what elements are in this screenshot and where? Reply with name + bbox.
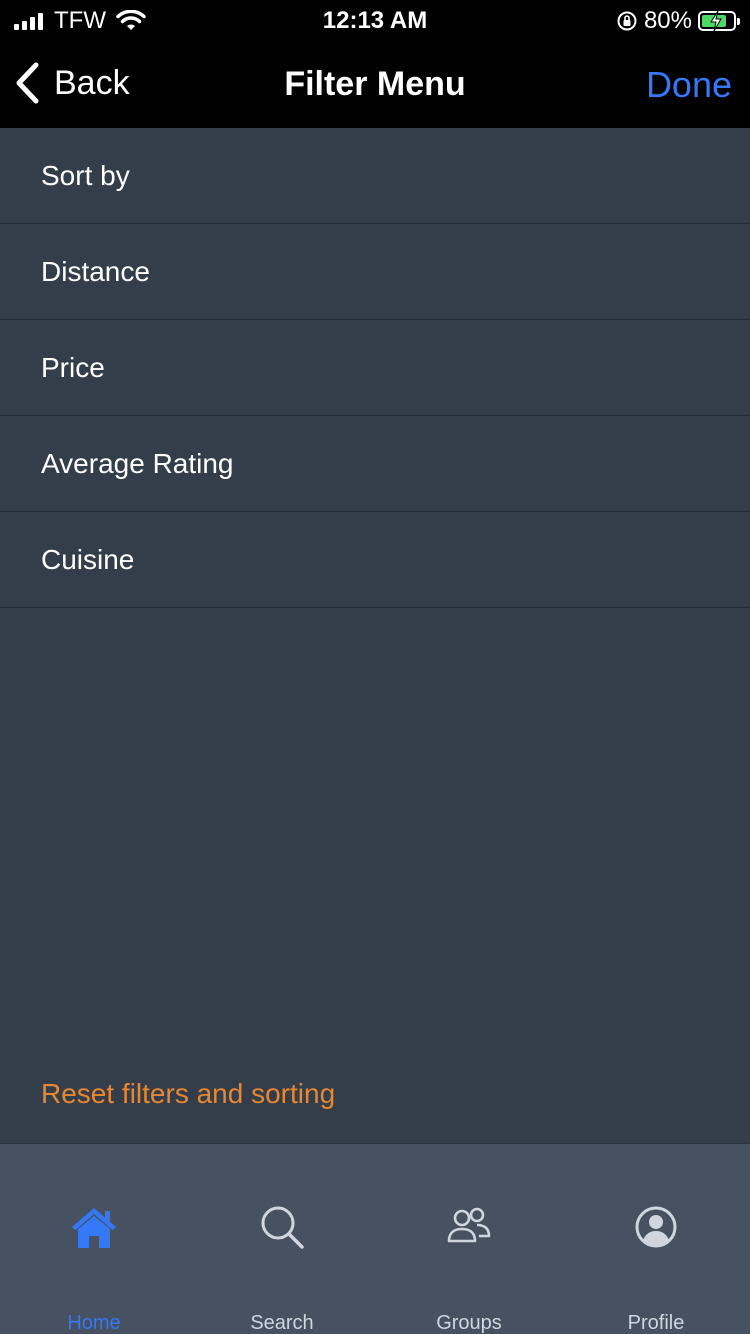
reset-filters-button[interactable]: Reset filters and sorting bbox=[41, 1078, 335, 1110]
status-bar: TFW 12:13 AM 80% bbox=[0, 0, 750, 40]
tab-label: Groups bbox=[436, 1312, 502, 1334]
tab-label: Profile bbox=[627, 1312, 685, 1334]
menu-item-distance[interactable]: Distance bbox=[0, 224, 750, 320]
battery-icon bbox=[698, 10, 740, 32]
status-right: 80% bbox=[616, 7, 740, 34]
orientation-lock-icon bbox=[617, 11, 637, 31]
menu-item-cuisine[interactable]: Cuisine bbox=[0, 512, 750, 608]
profile-icon bbox=[635, 1206, 677, 1248]
tab-profile[interactable]: Profile bbox=[562, 1144, 750, 1334]
menu-item-price[interactable]: Price bbox=[0, 320, 750, 416]
groups-icon bbox=[447, 1207, 491, 1243]
done-button[interactable]: Done bbox=[646, 64, 732, 106]
menu-item-label: Average Rating bbox=[41, 447, 234, 479]
tab-search[interactable]: Search bbox=[188, 1144, 376, 1334]
menu-item-average-rating[interactable]: Average Rating bbox=[0, 416, 750, 512]
menu-item-label: Cuisine bbox=[41, 543, 135, 575]
menu-item-label: Price bbox=[41, 351, 105, 383]
tab-label: Search bbox=[250, 1312, 314, 1334]
tab-label: Home bbox=[67, 1312, 121, 1334]
filter-menu-list: Sort by Distance Price Average Rating Cu… bbox=[0, 128, 750, 608]
battery-percent: 80% bbox=[643, 7, 692, 34]
filter-menu-screen: TFW 12:13 AM 80% Back Filter Menu Done S… bbox=[0, 0, 750, 1334]
navigation-bar: Back Filter Menu Done bbox=[0, 40, 750, 128]
page-title: Filter Menu bbox=[284, 65, 466, 103]
tab-home[interactable]: Home bbox=[0, 1144, 188, 1334]
search-icon bbox=[261, 1206, 304, 1249]
menu-item-sort-by[interactable]: Sort by bbox=[0, 128, 750, 224]
tab-groups[interactable]: Groups bbox=[375, 1144, 563, 1334]
tab-bar: Home Search Groups Profile bbox=[0, 1143, 750, 1334]
menu-item-label: Distance bbox=[41, 255, 150, 287]
charging-bolt-icon bbox=[710, 10, 722, 32]
home-icon bbox=[72, 1208, 116, 1248]
menu-item-label: Sort by bbox=[41, 159, 130, 191]
